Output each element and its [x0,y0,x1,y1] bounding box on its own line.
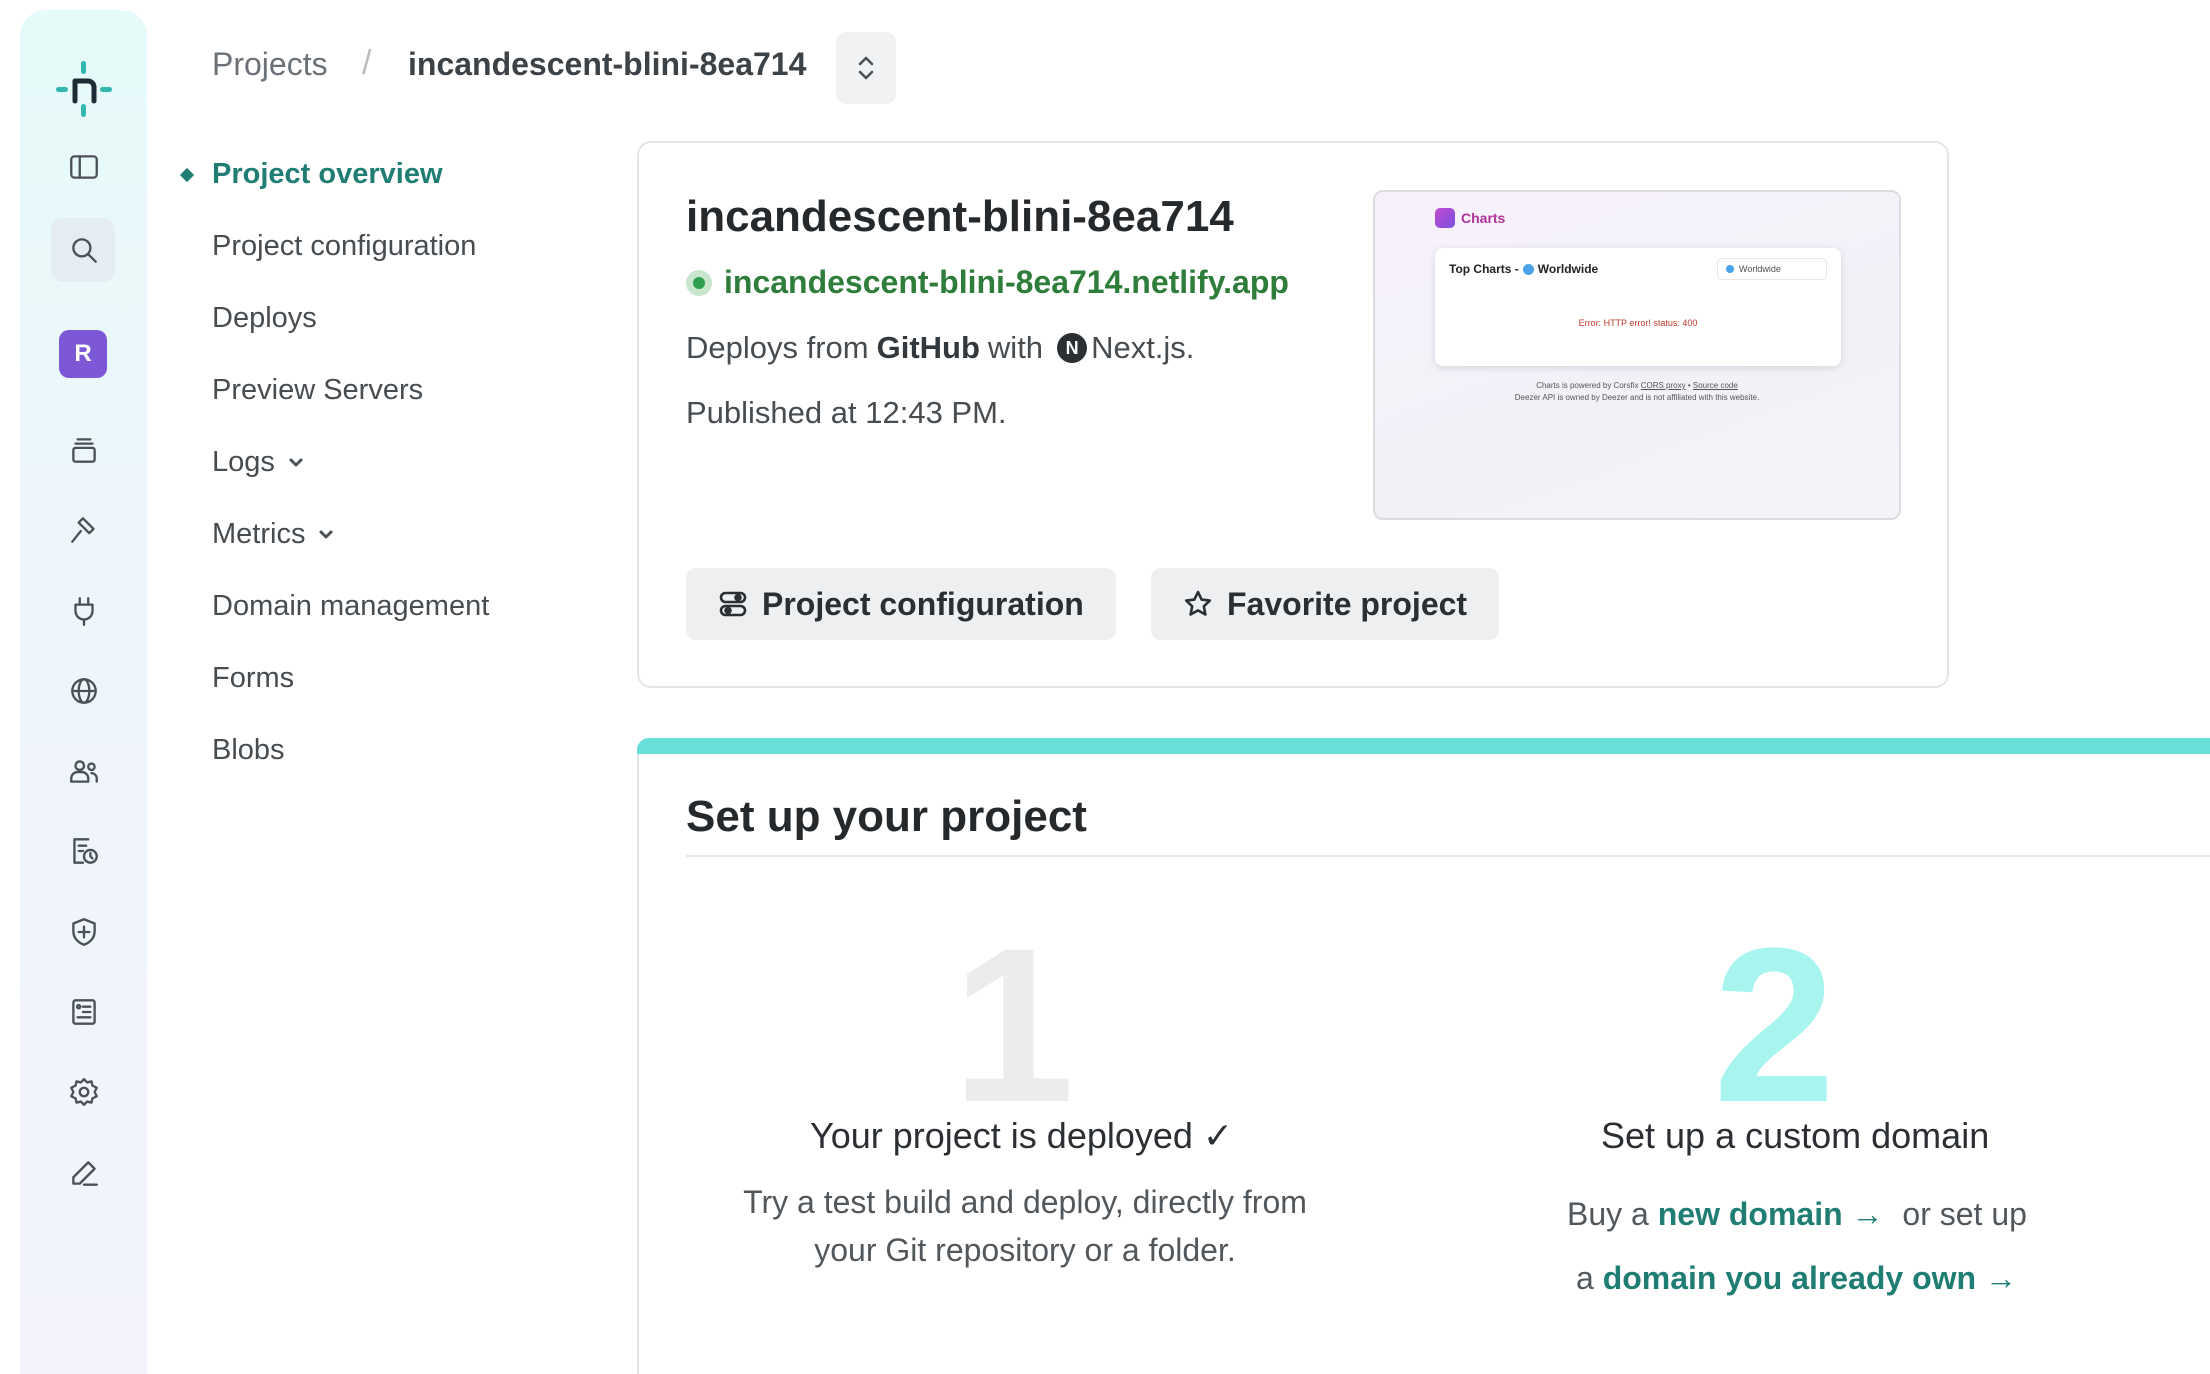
chevron-down-icon [287,446,305,479]
project-url-text[interactable]: incandescent-blini-8ea714.netlify.app [724,264,1289,301]
deploy-source-info: Deploys from GitHub with N Next.js. [686,330,1194,366]
step-number-2: 2 [1713,902,1836,1148]
setup-accent-bar [637,738,2210,754]
deploy-source: GitHub [876,330,980,365]
nextjs-icon: N [1057,333,1088,363]
preview-panel-title: Top Charts - Worldwide [1449,262,1598,276]
star-icon [1184,590,1212,616]
globe-icon [1522,263,1534,275]
subnav-label: Domain management [212,590,490,622]
subnav-label: Preview Servers [212,374,424,406]
subnav-project-configuration[interactable]: Project configuration [212,230,476,263]
domains-icon[interactable] [61,668,107,714]
subnav-domain-management[interactable]: Domain management [212,590,489,623]
preview-brand-label: Charts [1461,210,1506,226]
subnav-label: Project configuration [212,230,477,262]
favorite-project-button[interactable]: Favorite project [1151,568,1500,640]
subnav-label: Logs [212,446,275,478]
project-name: incandescent-blini-8ea714 [686,192,1234,241]
security-icon[interactable] [61,909,107,955]
step2-suffix: or set up [1902,1196,2027,1232]
step1-description: Try a test build and deploy, directly fr… [743,1184,1307,1268]
step2-prefix-2: a [1576,1260,1594,1296]
team-avatar[interactable]: R [59,330,107,378]
active-indicator [179,167,195,183]
project-configuration-button[interactable]: Project configuration [686,568,1116,640]
status-live-icon [686,269,712,296]
step-number-1: 1 [952,902,1075,1148]
subnav-logs[interactable]: Logs [212,446,305,479]
extensions-icon[interactable] [61,588,107,634]
projects-icon[interactable] [61,427,107,473]
subnav-label: Blobs [212,734,285,766]
preview-panel: Top Charts - Worldwide Worldwide Error: … [1435,248,1841,366]
divider [686,855,2210,857]
chevron-up-down-icon [858,56,874,80]
audit-log-icon[interactable] [61,828,107,874]
preview-footer-link1: CORS proxy [1640,381,1686,390]
project-url-link[interactable]: incandescent-blini-8ea714.netlify.app [686,264,1289,301]
subnav-label: Metrics [212,518,306,550]
preview-title-prefix: Top Charts - [1449,262,1519,276]
subnav-preview-servers[interactable]: Preview Servers [212,374,423,407]
subnav-project-overview[interactable]: Project overview [212,158,443,191]
new-domain-link[interactable]: new domain → [1658,1196,1884,1232]
step2-line1: Buy a new domain → or set up [1567,1196,2027,1233]
preview-brand: Charts [1435,208,1505,228]
deploys-with: with [987,330,1044,365]
sidebar-toggle-icon[interactable] [61,144,107,190]
toggles-icon [719,591,747,617]
step1-title: Your project is deployed ✓ [810,1115,1234,1156]
preview-footer-prefix: Charts is powered by Corsfix [1536,381,1639,390]
preview-footer-dot: • [1687,381,1691,390]
step2-prefix: Buy a [1567,1196,1649,1232]
subnav-blobs[interactable]: Blobs [212,734,285,767]
music-note-icon [1435,208,1455,228]
preview-select-value: Worldwide [1739,264,1781,274]
preview-footer-line2: Deezer API is owned by Deezer and is not… [1514,393,1760,402]
button-label: Favorite project [1227,585,1468,622]
step2-title: Set up a custom domain [1601,1115,1990,1156]
subnav-label: Deploys [212,302,317,334]
setup-title: Set up your project [686,792,1087,841]
edit-icon[interactable] [61,1150,107,1196]
settings-icon[interactable] [61,1069,107,1115]
published-time: Published at 12:43 PM. [686,395,1007,430]
breadcrumb-current-project: incandescent-blini-8ea714 [408,46,807,82]
preview-title-region: Worldwide [1537,262,1599,276]
deploy-preview-thumbnail[interactable]: Charts Top Charts - Worldwide Worldwide … [1373,190,1901,520]
deploys-prefix: Deploys from [686,330,869,365]
preview-footer: Charts is powered by Corsfix CORS proxy … [1375,380,1899,404]
subnav-label: Forms [212,662,295,694]
breadcrumb-separator: / [362,44,372,82]
subnav-label: Project overview [212,158,443,190]
preview-region-select: Worldwide [1717,258,1827,280]
app-rail: R [20,10,147,1374]
breadcrumb-projects[interactable]: Projects [212,46,328,83]
existing-domain-link[interactable]: domain you already own → [1603,1260,2017,1296]
logo-icon[interactable] [49,54,119,124]
step2-line2: a domain you already own → [1576,1260,2017,1297]
preview-error: Error: HTTP error! status: 400 [1578,318,1698,328]
project-switcher-button[interactable] [836,32,896,104]
button-label: Project configuration [762,585,1084,622]
subnav-metrics[interactable]: Metrics [212,518,335,551]
subnav-forms[interactable]: Forms [212,662,294,695]
members-icon[interactable] [61,748,107,794]
chevron-down-icon [317,518,335,551]
framework-name: Next.js. [1091,330,1195,365]
globe-icon [1726,265,1734,273]
builds-icon[interactable] [61,507,107,553]
search-icon[interactable] [61,227,107,273]
subnav-deploys[interactable]: Deploys [212,302,317,335]
preview-footer-link2: Source code [1692,381,1738,390]
billing-icon[interactable] [61,989,107,1035]
